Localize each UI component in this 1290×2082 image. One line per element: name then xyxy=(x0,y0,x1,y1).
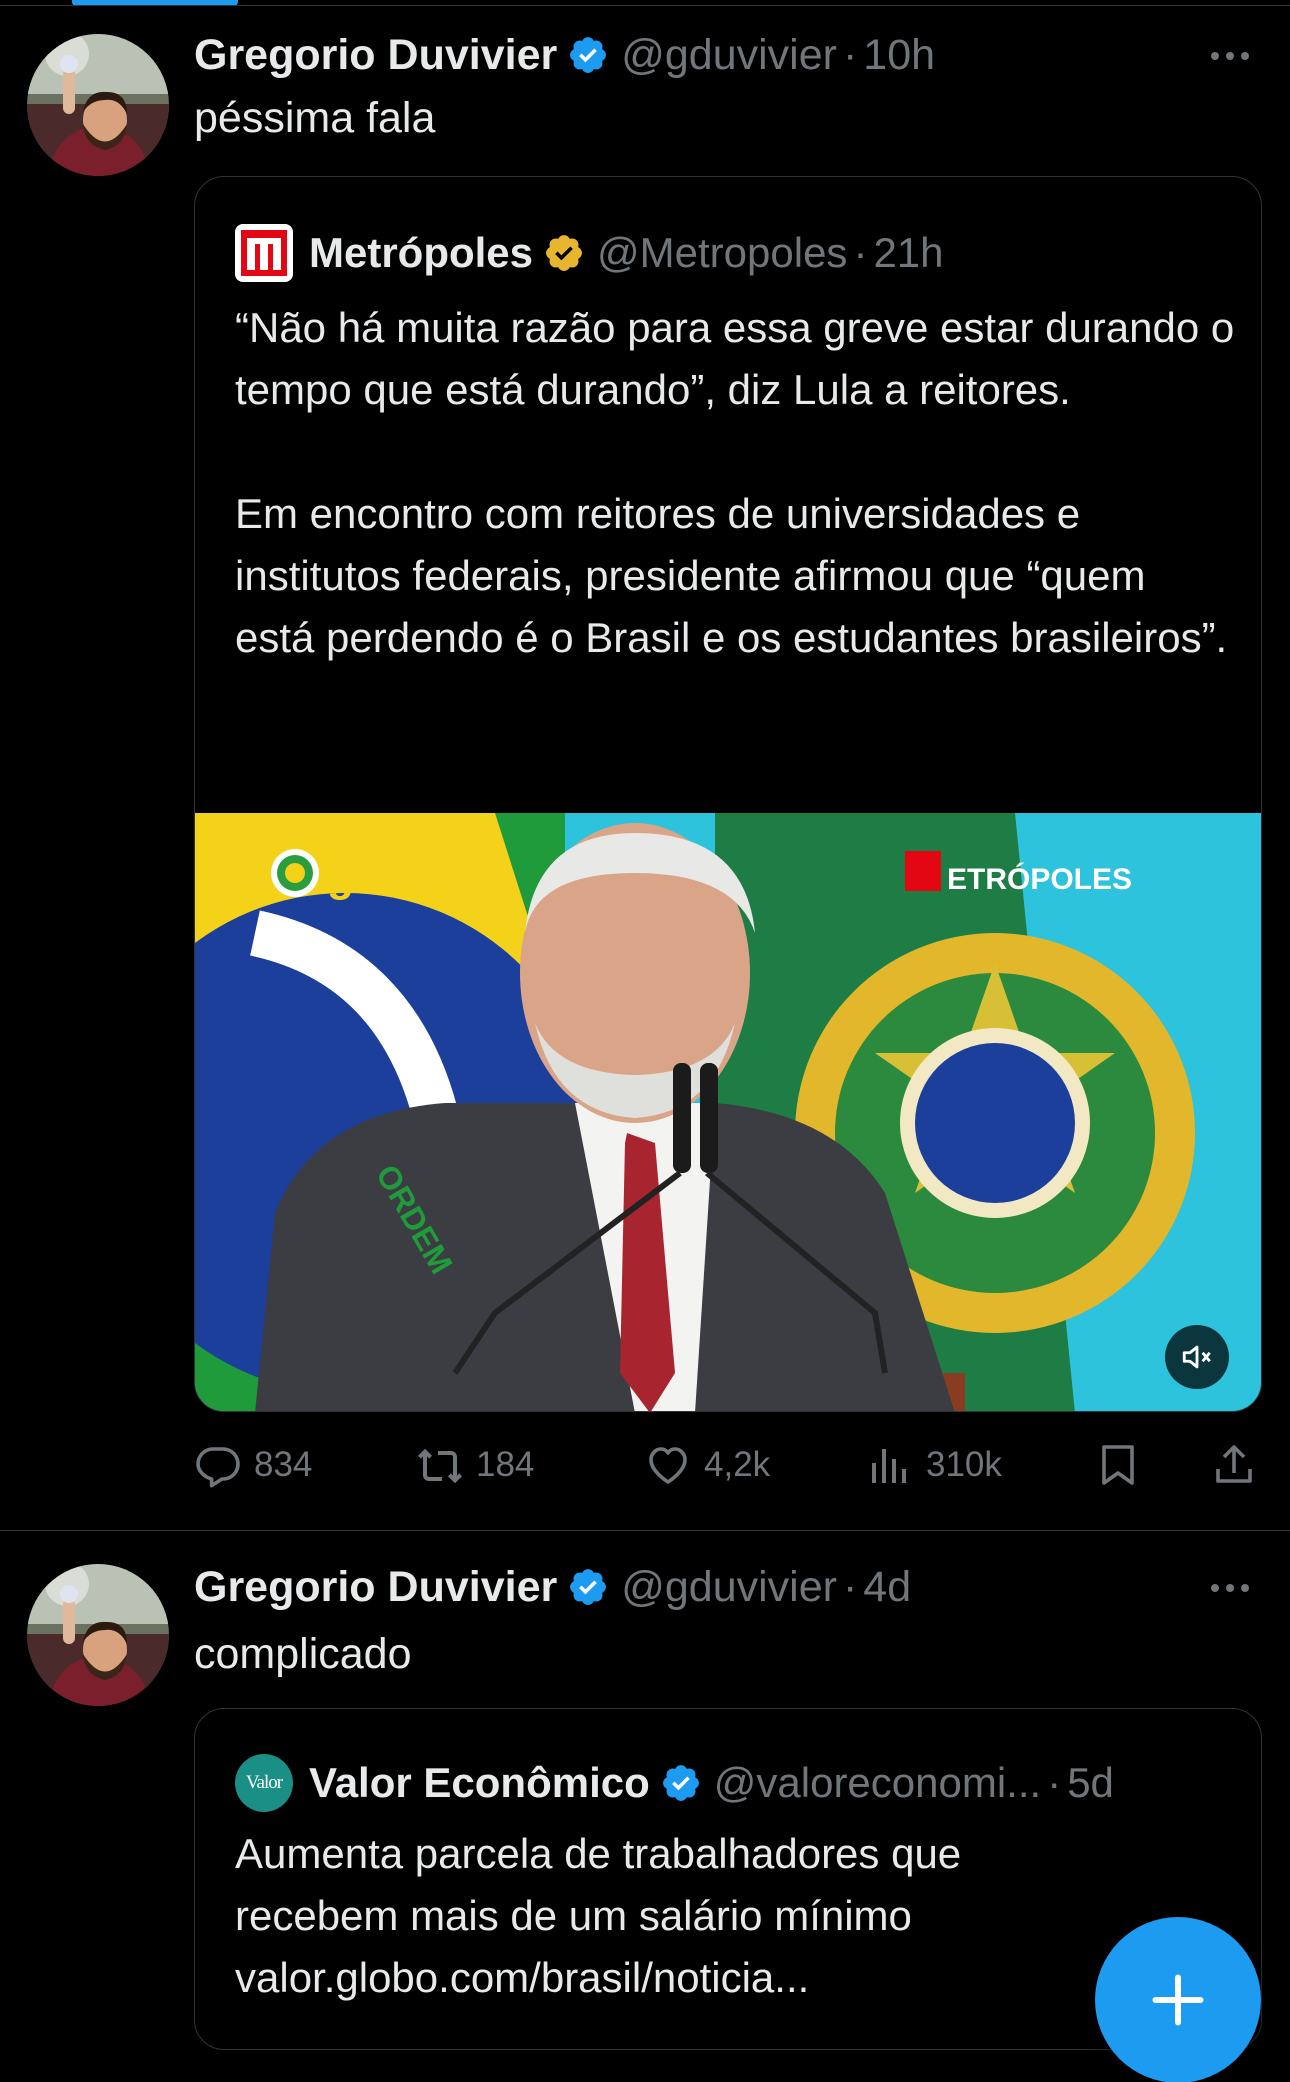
quote-text: “Não há muita razão para essa greve esta… xyxy=(235,304,1235,661)
verified-icon xyxy=(660,1762,702,1804)
repost-icon xyxy=(418,1448,462,1484)
quote-author-name[interactable]: Valor Econômico xyxy=(309,1759,650,1807)
video-frame: ORDEM gov canal ETRÓPOLES xyxy=(195,813,1261,1411)
valor-logo: Valor xyxy=(235,1754,293,1812)
reply-icon xyxy=(196,1447,240,1488)
author-handle[interactable]: @gduvivier xyxy=(621,31,837,80)
quote-timestamp: 21h xyxy=(873,229,944,276)
tweet-actions: 834 184 4,2k 310k xyxy=(194,1430,1274,1500)
bookmark-icon xyxy=(1102,1445,1134,1485)
verified-gold-icon xyxy=(543,232,585,274)
repost-button[interactable]: 184 xyxy=(416,1430,534,1500)
timestamp[interactable]: 4d xyxy=(863,1563,911,1612)
quoted-tweet[interactable]: Metrópoles @Metropoles · 21h “Não há mui… xyxy=(194,176,1262,1412)
quote-author-handle[interactable]: @valoreconomi... xyxy=(714,1759,1041,1807)
reply-count: 834 xyxy=(254,1445,313,1484)
quote-timestamp: 5d xyxy=(1067,1759,1114,1806)
tweet-header: Gregorio Duvivier @gduvivier · 4d xyxy=(194,1555,911,1619)
separator-dot: · xyxy=(853,229,868,276)
separator-dot: · xyxy=(842,30,858,79)
quote-text: Aumenta parcela de trabalhadores que rec… xyxy=(235,1830,962,2001)
quote-author-name[interactable]: Metrópoles xyxy=(309,229,533,277)
avatar[interactable] xyxy=(27,34,169,176)
share-icon xyxy=(1216,1445,1252,1483)
canal-watermark-small: canal xyxy=(331,844,364,860)
like-count: 4,2k xyxy=(704,1445,771,1484)
tweet[interactable]: Gregorio Duvivier @gduvivier · 10h péssi… xyxy=(0,0,1290,1531)
avatar[interactable] xyxy=(27,1564,169,1706)
metropoles-logo xyxy=(235,224,293,282)
share-button[interactable] xyxy=(1210,1430,1270,1500)
tweet-header: Gregorio Duvivier @gduvivier · 10h xyxy=(194,23,935,87)
tweet-text: complicado xyxy=(194,1630,412,1678)
video-player[interactable]: ORDEM gov canal ETRÓPOLES xyxy=(195,813,1261,1411)
like-icon xyxy=(649,1447,687,1484)
quote-header: Metrópoles @Metropoles · 21h xyxy=(235,223,944,283)
compose-icon xyxy=(1152,1974,1204,2026)
quote-header: Valor Valor Econômico @valoreconomi... ·… xyxy=(235,1753,1114,1813)
views-button[interactable]: 310k xyxy=(866,1430,1002,1500)
bookmark-button[interactable] xyxy=(1094,1430,1154,1500)
timestamp[interactable]: 10h xyxy=(863,31,935,80)
reply-button[interactable]: 834 xyxy=(194,1430,312,1500)
author-name[interactable]: Gregorio Duvivier xyxy=(194,31,557,80)
metropoles-watermark: ETRÓPOLES xyxy=(947,862,1132,896)
like-button[interactable]: 4,2k xyxy=(644,1430,770,1500)
verified-icon xyxy=(567,1566,609,1608)
author-handle[interactable]: @gduvivier xyxy=(621,1563,837,1612)
separator-dot: · xyxy=(1047,1759,1062,1806)
more-icon[interactable] xyxy=(1200,1568,1260,1608)
separator-dot: · xyxy=(842,1562,858,1611)
author-name[interactable]: Gregorio Duvivier xyxy=(194,1563,557,1612)
more-icon[interactable] xyxy=(1200,36,1260,76)
quote-author-handle[interactable]: @Metropoles xyxy=(597,229,847,277)
compose-button[interactable] xyxy=(1095,1917,1261,2082)
views-icon xyxy=(872,1449,906,1483)
mute-icon[interactable] xyxy=(1165,1325,1229,1389)
views-count: 310k xyxy=(926,1445,1002,1484)
verified-icon xyxy=(567,34,609,76)
repost-count: 184 xyxy=(476,1445,535,1484)
tweet-text: péssima fala xyxy=(194,94,436,142)
